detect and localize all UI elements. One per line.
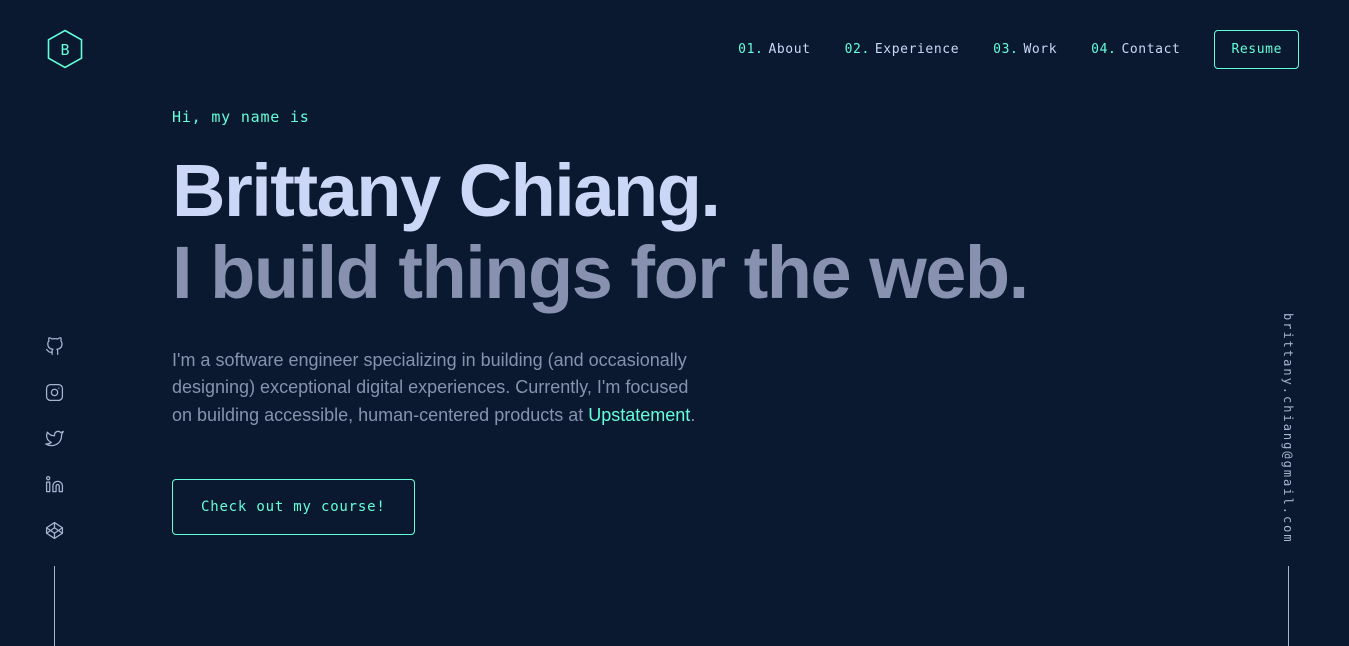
logo-hexagon-icon[interactable]: B — [44, 28, 86, 70]
email-link[interactable]: brittany.chiang@gmail.com — [1281, 313, 1295, 544]
page-root: B 01. About 02. Experience 03. Work 04. Cont… — [0, 0, 1349, 646]
hero-title: Brittany Chiang. — [172, 149, 721, 232]
resume-button[interactable]: Resume — [1214, 29, 1299, 69]
hero-description: I'm a software engineer specializing in … — [172, 347, 712, 429]
nav-label: Experience — [874, 41, 960, 57]
hero-description-tail: . — [690, 404, 696, 425]
twitter-icon[interactable] — [44, 428, 64, 448]
site-header: B 01. About 02. Experience 03. Work 04. Cont… — [0, 0, 1349, 98]
hero-greeting: Hi, my name is — [172, 108, 310, 126]
linkedin-icon[interactable] — [44, 474, 64, 494]
email-rail-line — [1287, 566, 1289, 646]
instagram-icon[interactable] — [44, 382, 64, 402]
main-nav: 01. About 02. Experience 03. Work 04. Contac… — [738, 29, 1299, 69]
hero-section: Hi, my name is Brittany Chiang. I build … — [172, 108, 1132, 535]
check-out-course-button[interactable]: Check out my course! — [172, 478, 415, 535]
codepen-icon[interactable] — [44, 520, 64, 540]
nav-number: 02. — [844, 41, 870, 57]
social-rail-line — [53, 566, 55, 646]
github-icon[interactable] — [44, 336, 64, 356]
nav-label: Contact — [1121, 41, 1181, 57]
nav-number: 04. — [1091, 41, 1117, 57]
nav-label: About — [768, 41, 811, 57]
logo-letter: B — [60, 41, 69, 59]
nav-item-work[interactable]: 03. Work — [993, 42, 1057, 57]
nav-item-experience[interactable]: 02. Experience — [845, 42, 960, 57]
email-rail: brittany.chiang@gmail.com — [1274, 313, 1302, 646]
nav-number: 01. — [738, 41, 764, 57]
nav-number: 03. — [993, 41, 1019, 57]
nav-label: Work — [1023, 41, 1058, 57]
upstatement-link[interactable]: Upstatement — [588, 405, 690, 425]
hero-subtitle: I build things for the web. — [172, 231, 1029, 315]
social-list — [44, 336, 64, 566]
nav-item-contact[interactable]: 04. Contact — [1091, 42, 1180, 57]
social-rail — [40, 336, 68, 646]
nav-item-about[interactable]: 01. About — [738, 42, 810, 57]
